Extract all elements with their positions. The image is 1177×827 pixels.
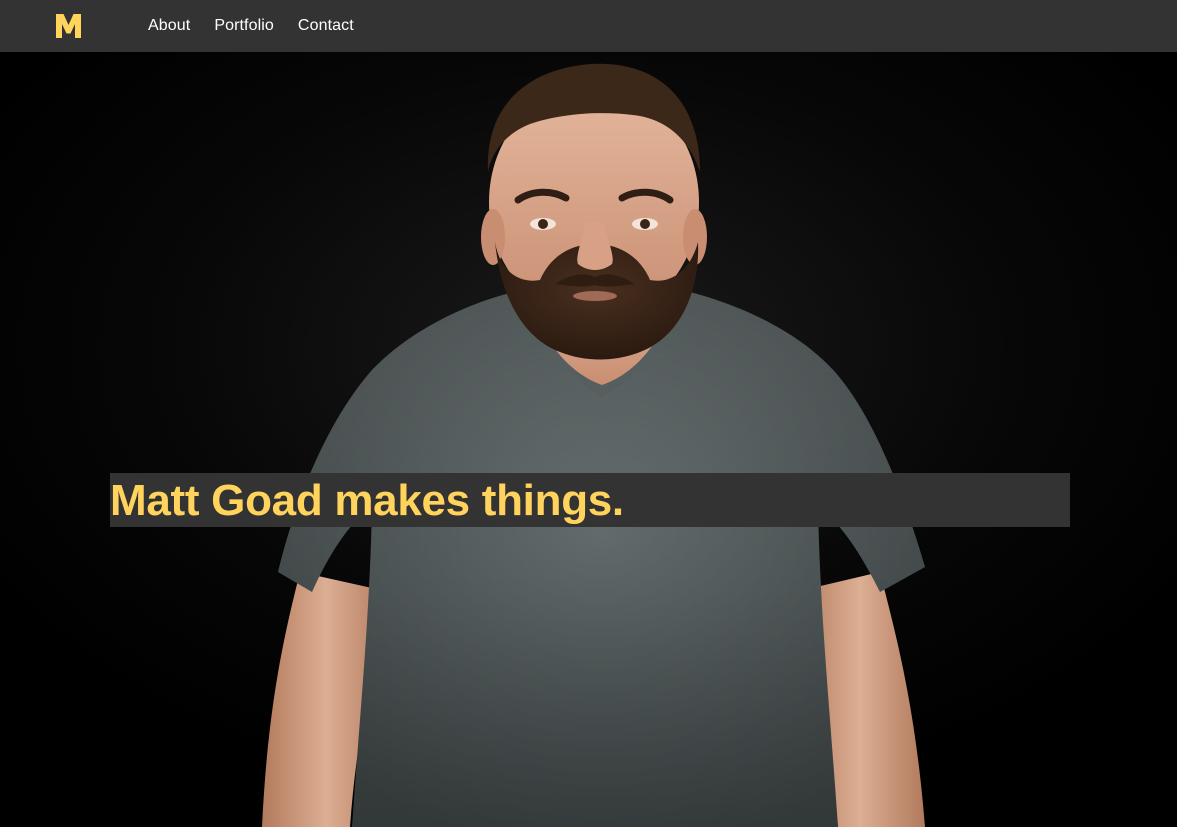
page: About Portfolio Contact Matt Goad makes … bbox=[0, 0, 1177, 827]
nav-link-about[interactable]: About bbox=[148, 17, 190, 35]
nav-link-contact[interactable]: Contact bbox=[298, 17, 354, 35]
portrait-photo bbox=[0, 52, 1177, 827]
nav-links: About Portfolio Contact bbox=[148, 0, 378, 52]
headline-banner: Matt Goad makes things. bbox=[110, 473, 1070, 527]
nav-link-portfolio[interactable]: Portfolio bbox=[214, 17, 274, 35]
top-navbar: About Portfolio Contact bbox=[0, 0, 1177, 52]
logo-m-icon[interactable] bbox=[55, 13, 82, 39]
hero-section: Matt Goad makes things. bbox=[0, 52, 1177, 827]
hero-headline: Matt Goad makes things. bbox=[110, 476, 624, 525]
